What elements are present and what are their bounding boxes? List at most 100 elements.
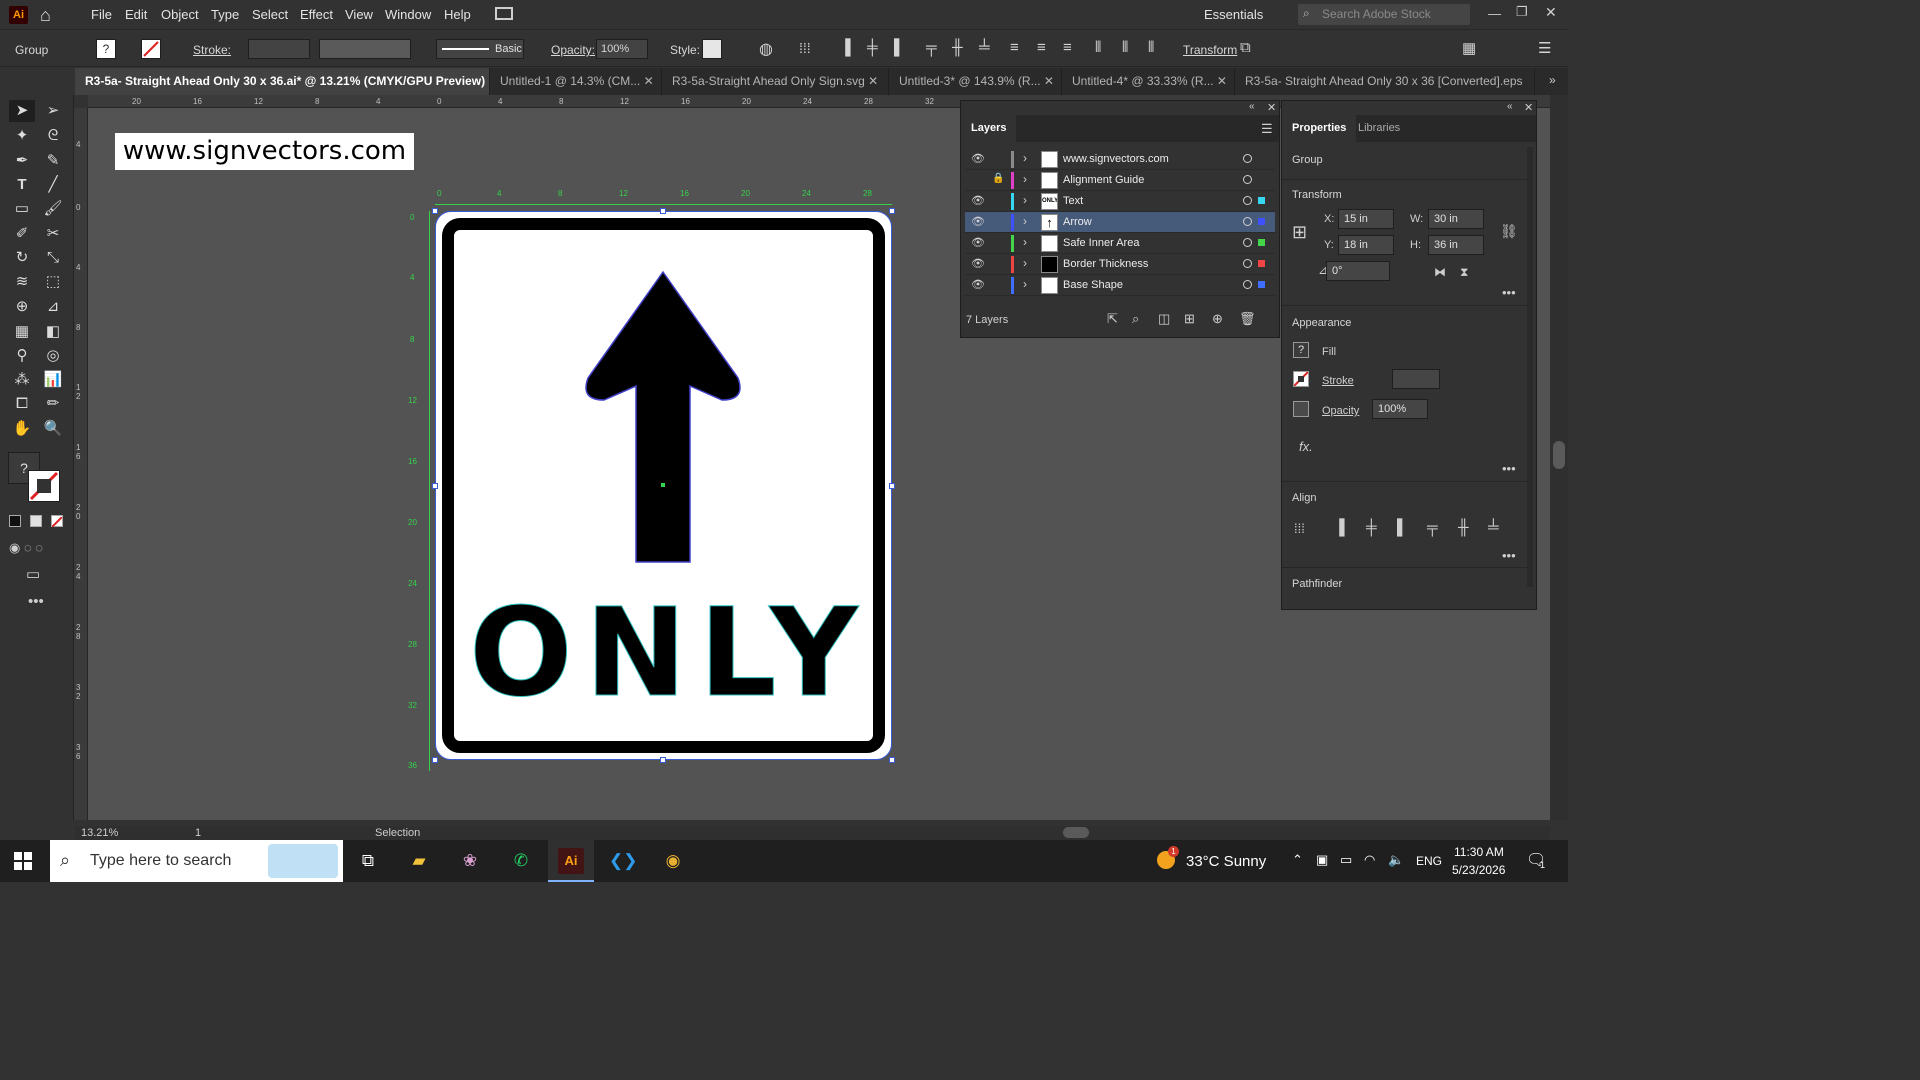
w-field[interactable]: 30 in bbox=[1428, 209, 1484, 229]
curvature-tool-icon[interactable]: ✎ bbox=[40, 150, 66, 172]
layer-row-safe-inner-area[interactable]: 👁 › Safe Inner Area bbox=[965, 233, 1275, 254]
warp-tool-icon[interactable]: ≋ bbox=[9, 271, 35, 293]
visibility-eye-icon[interactable]: 👁 bbox=[971, 278, 985, 291]
align-left-icon[interactable]: ▐ bbox=[840, 39, 851, 56]
stroke-color-box[interactable] bbox=[28, 470, 60, 502]
layer-name[interactable]: Alignment Guide bbox=[1063, 174, 1144, 186]
align-middle-icon[interactable]: ╫ bbox=[1458, 519, 1469, 536]
meet-now-icon[interactable]: ▣ bbox=[1316, 852, 1328, 868]
panel-scrollbar[interactable] bbox=[1527, 147, 1533, 587]
file-explorer-icon[interactable]: ▰ bbox=[406, 848, 432, 874]
x-field[interactable]: 15 in bbox=[1338, 209, 1394, 229]
app-mushroom-icon[interactable]: ❀ bbox=[457, 848, 483, 874]
selection-indicator[interactable] bbox=[1258, 239, 1265, 246]
eyedropper-tool-icon[interactable]: ⚲ bbox=[9, 345, 35, 367]
layer-row-base-shape[interactable]: 👁 › Base Shape bbox=[965, 275, 1275, 296]
opacity-label[interactable]: Opacity: bbox=[551, 43, 595, 57]
perspective-grid-tool-icon[interactable]: ⊿ bbox=[40, 296, 66, 318]
panel-menu-icon[interactable]: ☰ bbox=[1538, 39, 1551, 57]
layer-row-border-thickness[interactable]: 👁 › Border Thickness bbox=[965, 254, 1275, 275]
wifi-icon[interactable]: ◠ bbox=[1364, 852, 1375, 868]
horizontal-scroll-thumb[interactable] bbox=[1063, 827, 1089, 838]
close-tab-icon[interactable]: ✕ bbox=[1044, 74, 1054, 88]
stroke-swatch[interactable] bbox=[141, 39, 161, 59]
layer-name[interactable]: Arrow bbox=[1063, 216, 1092, 228]
artboard-tool-icon[interactable]: ⧠ bbox=[9, 393, 35, 415]
distribute-top-icon[interactable]: ≡ bbox=[1010, 39, 1019, 56]
type-tool-icon[interactable]: T bbox=[9, 174, 35, 196]
expand-chevron-icon[interactable]: › bbox=[1023, 256, 1027, 270]
stroke-weight-field[interactable] bbox=[1392, 369, 1440, 389]
scroll-thumb[interactable] bbox=[1553, 441, 1565, 469]
windows-start-icon[interactable] bbox=[14, 852, 32, 870]
selection-handle[interactable] bbox=[889, 483, 895, 489]
align-bottom-icon[interactable]: ╧ bbox=[979, 39, 990, 56]
stroke-swatch[interactable] bbox=[1293, 371, 1309, 387]
layer-name[interactable]: Text bbox=[1063, 195, 1083, 207]
tab-document-6[interactable]: R3-5a- Straight Ahead Only 30 x 36 [Conv… bbox=[1235, 68, 1535, 95]
style-swatch[interactable] bbox=[702, 39, 722, 59]
tab-properties[interactable]: Properties bbox=[1282, 115, 1357, 142]
current-tool-status[interactable]: Selection bbox=[375, 827, 420, 839]
layer-row-alignment-guide[interactable]: 🔒 › Alignment Guide bbox=[965, 170, 1275, 191]
rectangle-tool-icon[interactable]: ▭ bbox=[9, 198, 35, 220]
menu-file[interactable]: File bbox=[91, 7, 112, 22]
color-mode-icon[interactable] bbox=[9, 515, 21, 527]
align-left-icon[interactable]: ▐ bbox=[1334, 519, 1345, 536]
align-right-icon[interactable]: ▌ bbox=[894, 39, 905, 56]
target-circle-icon[interactable] bbox=[1243, 175, 1252, 184]
expand-chevron-icon[interactable]: › bbox=[1023, 235, 1027, 249]
layer-row-watermark[interactable]: 👁 › www.signvectors.com bbox=[965, 149, 1275, 170]
watermark-text[interactable]: www.signvectors.com bbox=[115, 133, 414, 170]
new-sublayer-icon[interactable]: ⊞ bbox=[1184, 311, 1195, 327]
arrange-icon[interactable]: ▦ bbox=[1462, 39, 1476, 57]
selection-handle[interactable] bbox=[889, 757, 895, 763]
shaper-tool-icon[interactable]: ✐ bbox=[9, 223, 35, 245]
variable-width-field[interactable] bbox=[319, 39, 411, 59]
h-field[interactable]: 36 in bbox=[1428, 235, 1484, 255]
recolor-artwork-icon[interactable]: ◍ bbox=[759, 39, 773, 59]
zoom-level-field[interactable]: 13.21% bbox=[81, 827, 118, 839]
close-panel-icon[interactable]: ✕ bbox=[1267, 101, 1276, 114]
align-right-icon[interactable]: ▌ bbox=[1397, 519, 1408, 536]
menu-view[interactable]: View bbox=[345, 7, 373, 22]
lasso-tool-icon[interactable]: ᘓ bbox=[40, 125, 66, 147]
visibility-eye-icon[interactable]: 👁 bbox=[971, 257, 985, 270]
shape-builder-tool-icon[interactable]: ⊕ bbox=[9, 296, 35, 318]
arrange-documents-icon[interactable] bbox=[495, 7, 513, 20]
selection-indicator[interactable] bbox=[1258, 218, 1265, 225]
opacity-label[interactable]: Opacity bbox=[1322, 405, 1359, 417]
more-options-icon[interactable]: ••• bbox=[1502, 285, 1516, 300]
align-center-icon[interactable]: ╪ bbox=[867, 39, 878, 56]
selection-handle[interactable] bbox=[432, 757, 438, 763]
direct-selection-tool-icon[interactable]: ➢ bbox=[40, 100, 66, 122]
distribute-left-icon[interactable]: ⫴ bbox=[1095, 39, 1101, 56]
delete-layer-icon[interactable]: 🗑 bbox=[1239, 311, 1256, 327]
stroke-label[interactable]: Stroke: bbox=[193, 43, 231, 57]
opacity-field[interactable]: 100% bbox=[596, 39, 648, 59]
vscode-icon[interactable]: ❮❯ bbox=[609, 848, 638, 874]
clipping-mask-icon[interactable]: ◫ bbox=[1158, 311, 1170, 327]
scissors-tool-icon[interactable]: ✂ bbox=[40, 223, 66, 245]
home-icon[interactable]: ⌂ bbox=[40, 5, 51, 26]
expand-chevron-icon[interactable]: › bbox=[1023, 172, 1027, 186]
target-circle-icon[interactable] bbox=[1243, 280, 1252, 289]
align-bottom-icon[interactable]: ╧ bbox=[1488, 519, 1499, 536]
vertical-scrollbar[interactable] bbox=[1550, 95, 1568, 820]
clock-date[interactable]: 5/23/2026 bbox=[1452, 863, 1505, 877]
opacity-field[interactable]: 100% bbox=[1372, 399, 1428, 419]
mesh-tool-icon[interactable]: ▦ bbox=[9, 321, 35, 343]
transform-link[interactable]: Transform bbox=[1183, 43, 1237, 57]
target-circle-icon[interactable] bbox=[1243, 154, 1252, 163]
volume-icon[interactable]: 🔈 bbox=[1388, 852, 1404, 868]
gradient-mode-icon[interactable] bbox=[30, 515, 42, 527]
blend-tool-icon[interactable]: ◎ bbox=[40, 345, 66, 367]
edit-toolbar-icon[interactable]: ••• bbox=[28, 593, 44, 610]
selection-indicator[interactable] bbox=[1258, 197, 1265, 204]
flip-vertical-icon[interactable]: ⧗ bbox=[1460, 265, 1468, 280]
layer-row-arrow[interactable]: 👁 › ↑ Arrow bbox=[965, 212, 1275, 233]
magic-wand-tool-icon[interactable]: ✦ bbox=[9, 125, 35, 147]
menu-effect[interactable]: Effect bbox=[300, 7, 333, 22]
stroke-weight-field[interactable] bbox=[248, 39, 310, 59]
rotate-field[interactable]: 0° bbox=[1326, 261, 1390, 281]
